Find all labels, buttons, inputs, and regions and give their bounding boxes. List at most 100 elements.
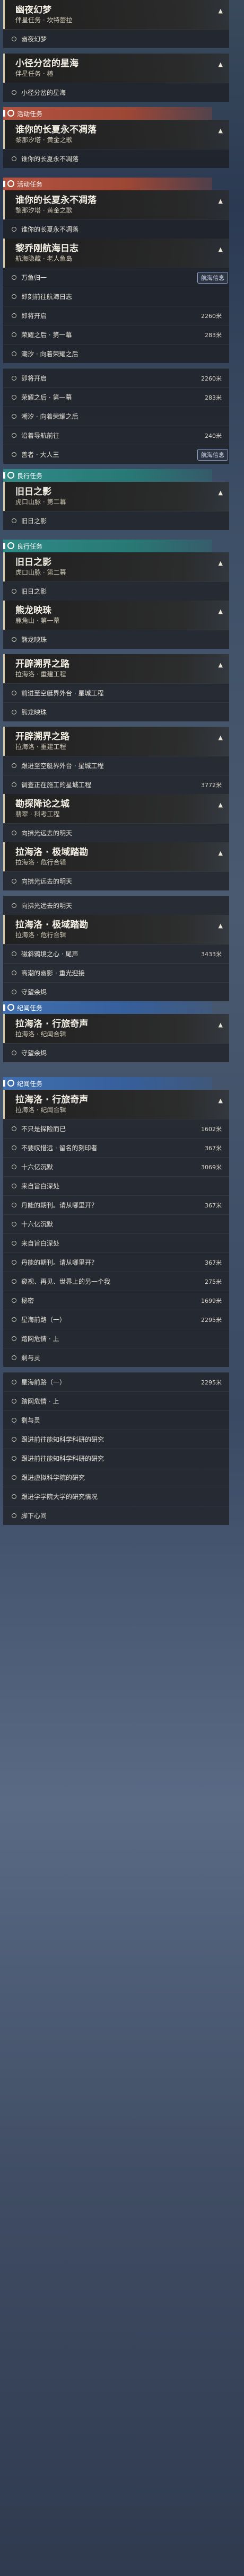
quest-step[interactable]: 剩与灵 bbox=[3, 1410, 229, 1430]
quest-header[interactable]: 勘探降论之城 翡翠 · 科考工程 ▲ bbox=[3, 794, 229, 823]
quest-step[interactable]: 即刻前往航海日志 bbox=[3, 287, 229, 306]
quest-step[interactable]: 即将开启 2260米 bbox=[3, 306, 229, 325]
chevron-up-icon[interactable]: ▲ bbox=[219, 61, 223, 68]
quest-step[interactable]: 星海前路（一） 2295米 bbox=[3, 1372, 229, 1391]
quest-step[interactable]: 剩与灵 bbox=[3, 1348, 229, 1367]
quest-list: 幽夜幻梦 伴星任务 · 坎特蕾拉 ▲ 幽夜幻梦小径分岔的星海 伴星任务 · 椿 ▲ 小径分岔… bbox=[0, 0, 244, 1525]
step-text: 丹能的期刊。请从哪里开？ bbox=[21, 1202, 98, 1209]
quest-step[interactable]: 谁你的长夏永不凋落 bbox=[3, 219, 229, 239]
category-icon bbox=[7, 472, 14, 479]
quest-step[interactable]: 脚下心间 bbox=[3, 1506, 229, 1525]
quest-step[interactable]: 谁你的长夏永不凋落 bbox=[3, 149, 229, 168]
category-icon bbox=[7, 180, 14, 187]
quest-header[interactable]: 黎乔刚航海日志 航海隐藏 · 老人鱼岛 ▲ bbox=[3, 239, 229, 268]
quest-header[interactable]: 旧日之影 虎口山脉 · 第二幕 ▲ bbox=[3, 482, 229, 511]
quest-step[interactable]: 守望余烬 bbox=[3, 982, 229, 1001]
quest-step[interactable]: 向拂光远去的明天 bbox=[3, 871, 229, 890]
quest-step[interactable]: 潮汐 · 向着荣耀之后 bbox=[3, 344, 229, 363]
quest-step[interactable]: 善者 · 大人王 航海信息 bbox=[3, 445, 229, 464]
quest-step[interactable]: 来自旨白深处 bbox=[3, 1233, 229, 1252]
category-banner: 良行任务 bbox=[3, 469, 212, 482]
quest-step[interactable]: 星海前路（一） 2295米 bbox=[3, 1310, 229, 1329]
quest-step[interactable]: 窥视、再见、世界上的另一个我 275米 bbox=[3, 1272, 229, 1291]
quest-title: 拉海洛 · 极域踏勘 bbox=[15, 847, 89, 858]
quest-step[interactable]: 不要叹惜远 · 留名的刻印者 367米 bbox=[3, 1138, 229, 1157]
quest-title: 拉海洛 · 行旅奇声 bbox=[15, 1019, 89, 1029]
quest-step[interactable]: 沿着导航前往 240米 bbox=[3, 426, 229, 445]
chevron-up-icon[interactable]: ▲ bbox=[219, 922, 223, 929]
quest-step[interactable]: 向拂光远去的明天 bbox=[3, 896, 229, 915]
quest-step[interactable]: 跟进学学院大学的研究情况 bbox=[3, 1487, 229, 1506]
quest-step[interactable]: 幽夜幻梦 bbox=[3, 29, 229, 48]
quest-step[interactable]: 即将开启 2260米 bbox=[3, 368, 229, 387]
quest-step[interactable]: 十六亿沉默 3069米 bbox=[3, 1157, 229, 1176]
quest-step[interactable]: 踏网危情 · 上 bbox=[3, 1329, 229, 1348]
quest-step[interactable]: 跟进前往能知科学科研的研究 bbox=[3, 1449, 229, 1468]
quest-step[interactable]: 守望余烬 bbox=[3, 1043, 229, 1062]
quest-header[interactable]: 拉海洛 · 行旅奇声 拉海洛 · 纪闻合辑 ▲ bbox=[3, 1090, 229, 1119]
quest-step[interactable]: 跟进至空艇界外台 · 星城工程 bbox=[3, 756, 229, 775]
chevron-up-icon[interactable]: ▲ bbox=[219, 246, 223, 253]
category-banner: 活动任务 bbox=[3, 107, 212, 120]
step-circle-icon bbox=[12, 1513, 16, 1518]
quest-step[interactable]: 旧日之影 bbox=[3, 581, 229, 601]
chevron-up-icon[interactable]: ▲ bbox=[219, 850, 223, 857]
category-accent-bar bbox=[3, 181, 5, 187]
quest-header[interactable]: 谁你的长夏永不凋落 黎那汐塔 · 黄金之歌 ▲ bbox=[3, 120, 229, 149]
quest-step[interactable]: 向拂光远去的明天 bbox=[3, 823, 229, 842]
chevron-up-icon[interactable]: ▲ bbox=[219, 1097, 223, 1104]
quest-step[interactable]: 高潮的幽影 · 重光迎接 bbox=[3, 963, 229, 982]
step-text: 旧日之影 bbox=[21, 588, 47, 595]
chevron-up-icon[interactable]: ▲ bbox=[219, 560, 223, 567]
step-circle-icon bbox=[12, 294, 16, 299]
chevron-up-icon[interactable]: ▲ bbox=[219, 1021, 223, 1028]
quest-step[interactable]: 前进至空艇界外台 · 星城工程 bbox=[3, 683, 229, 702]
chevron-up-icon[interactable]: ▲ bbox=[219, 198, 223, 205]
step-text: 跟进至空艇界外台 · 星城工程 bbox=[21, 762, 104, 770]
quest-header[interactable]: 幽夜幻梦 伴星任务 · 坎特蕾拉 ▲ bbox=[3, 0, 229, 29]
quest-step[interactable]: 荣耀之后 · 第一幕 283米 bbox=[3, 387, 229, 407]
step-circle-icon bbox=[12, 395, 16, 400]
step-distance: 1602米 bbox=[201, 1125, 222, 1133]
step-distance: 3433米 bbox=[201, 950, 222, 958]
quest-step[interactable]: 万鱼归一 航海信息 bbox=[3, 268, 229, 287]
quest-header[interactable]: 熊龙映珠 鹿角山 · 第一幕 ▲ bbox=[3, 601, 229, 630]
chevron-up-icon[interactable]: ▲ bbox=[219, 7, 223, 14]
quest-step[interactable]: 秘密 1699米 bbox=[3, 1291, 229, 1310]
quest-step[interactable]: 小径分岔的星海 bbox=[3, 83, 229, 102]
chevron-up-icon[interactable]: ▲ bbox=[219, 734, 223, 741]
quest-header[interactable]: 谁你的长夏永不凋落 黎那汐塔 · 黄金之歌 ▲ bbox=[3, 190, 229, 219]
quest-header[interactable]: 拉海洛 · 极域踏勘 拉海洛 · 危行合辑 ▲ bbox=[3, 842, 229, 871]
quest-step[interactable]: 不只是探险而已 1602米 bbox=[3, 1119, 229, 1138]
side-tag[interactable]: 航海信息 bbox=[197, 448, 228, 461]
quest-step[interactable]: 来自旨白深处 bbox=[3, 1176, 229, 1195]
step-text: 谁你的长夏永不凋落 bbox=[21, 226, 79, 233]
quest-step[interactable]: 十六亿沉默 bbox=[3, 1214, 229, 1233]
quest-header[interactable]: 拉海洛 · 行旅奇声 拉海洛 · 纪闻合辑 ▲ bbox=[3, 1014, 229, 1043]
quest-step[interactable]: 熊龙映珠 bbox=[3, 630, 229, 649]
quest-step[interactable]: 调查正在施工的星城工程 3772米 bbox=[3, 775, 229, 794]
quest-header[interactable]: 开辟溯界之路 拉海洛 · 重建工程 ▲ bbox=[3, 727, 229, 756]
quest-step[interactable]: 磁斜鸦境之心 · 尾声 3433米 bbox=[3, 944, 229, 963]
quest-header[interactable]: 开辟溯界之路 拉海洛 · 重建工程 ▲ bbox=[3, 654, 229, 683]
quest-step[interactable]: 丹能的期刊。请从哪里开？ 367米 bbox=[3, 1252, 229, 1272]
quest-step[interactable]: 跟进虚拟科学院的研究 bbox=[3, 1468, 229, 1487]
quest-step[interactable]: 丹能的期刊。请从哪里开？ 367米 bbox=[3, 1195, 229, 1214]
quest-step[interactable]: 踏网危情 · 上 bbox=[3, 1391, 229, 1410]
chevron-up-icon[interactable]: ▲ bbox=[219, 127, 223, 134]
quest-step[interactable]: 潮汐 · 向着荣耀之后 bbox=[3, 407, 229, 426]
chevron-up-icon[interactable]: ▲ bbox=[219, 661, 223, 668]
quest-step[interactable]: 熊龙映珠 bbox=[3, 702, 229, 721]
quest-header[interactable]: 旧日之影 虎口山脉 · 第二幕 ▲ bbox=[3, 552, 229, 581]
quest-header[interactable]: 小径分岔的星海 伴星任务 · 椿 ▲ bbox=[3, 54, 229, 83]
chevron-up-icon[interactable]: ▲ bbox=[219, 608, 223, 615]
quest-header[interactable]: 拉海洛 · 极域踏勘 拉海洛 · 危行合辑 ▲ bbox=[3, 915, 229, 944]
chevron-up-icon[interactable]: ▲ bbox=[219, 489, 223, 496]
quest-step[interactable]: 荣耀之后 · 第一幕 283米 bbox=[3, 325, 229, 344]
quest-step[interactable]: 旧日之影 bbox=[3, 511, 229, 530]
chevron-up-icon[interactable]: ▲ bbox=[219, 801, 223, 808]
side-tag[interactable]: 航海信息 bbox=[197, 271, 228, 284]
quest-step[interactable]: 跟进前往能知科学科研的研究 bbox=[3, 1430, 229, 1449]
